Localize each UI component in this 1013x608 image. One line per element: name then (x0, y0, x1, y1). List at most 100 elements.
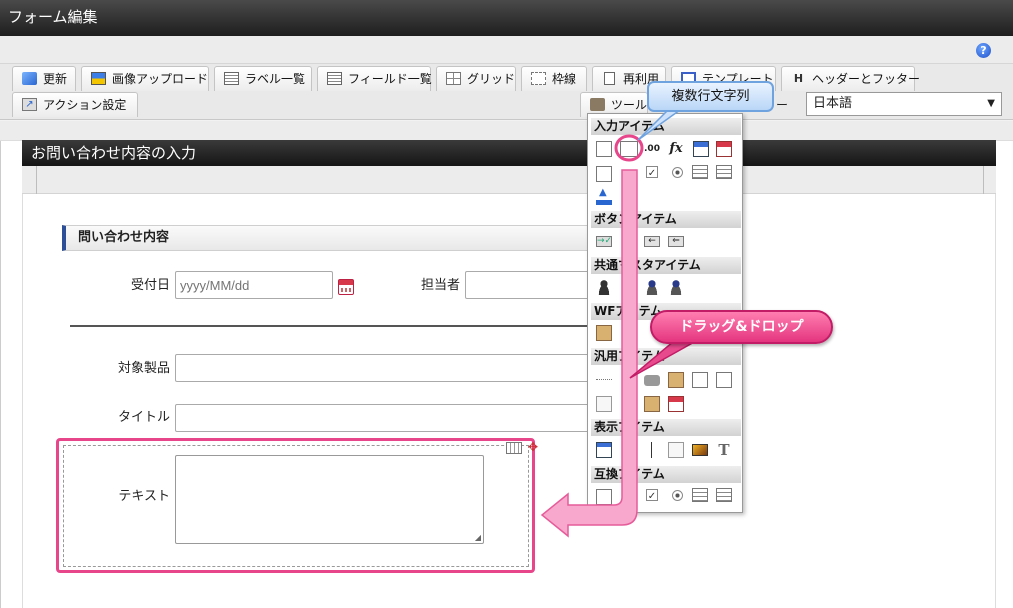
number-icon[interactable]: .00 (644, 141, 660, 157)
frame-button[interactable]: 枠線 (521, 66, 587, 91)
section-title: お問い合わせ内容の入力 (22, 140, 996, 166)
move-icon[interactable]: ✥ (528, 440, 538, 454)
field-list-label: フィールド一覧 (348, 72, 432, 86)
image-upload-button[interactable]: 画像アップロード (81, 66, 209, 91)
group-icon[interactable] (668, 279, 684, 295)
tooltip-callout: 複数行文字列 (647, 81, 774, 112)
formula-icon[interactable]: fx (668, 141, 684, 157)
clipboard-icon[interactable] (596, 325, 612, 341)
label-list-label: ラベル一覧 (245, 72, 306, 86)
resize-grip-icon[interactable]: ◢ (475, 533, 481, 542)
datetime-icon[interactable] (716, 141, 732, 157)
text-label: テキスト (118, 489, 170, 504)
checkbox-icon[interactable]: ✓ (646, 166, 658, 179)
date-icon[interactable] (693, 141, 709, 157)
compat-lookup-icon[interactable] (596, 489, 612, 505)
attachment-icon[interactable] (668, 372, 684, 388)
help-icon[interactable]: ? (976, 43, 991, 58)
file-upload-icon[interactable] (596, 187, 612, 205)
action-icon: ↗ (22, 98, 37, 111)
panel-icon[interactable] (596, 396, 612, 412)
header-footer-button[interactable]: H ヘッダーとフッター (781, 66, 920, 91)
separator-icon[interactable] (596, 379, 612, 380)
tools-label-suffix: ー (776, 98, 789, 112)
button-icon[interactable]: →✓ (596, 236, 612, 247)
calendar-icon[interactable] (338, 279, 354, 295)
chevron-down-icon: ▼ (987, 98, 995, 109)
header-icon: H (793, 72, 804, 85)
back-button-icon[interactable]: ← (644, 236, 660, 247)
product-label: 対象製品 (117, 361, 170, 376)
person-input[interactable] (465, 271, 589, 299)
list-icon (224, 72, 239, 85)
palette-section-input: 入力アイテム (591, 118, 741, 135)
download-doc-icon[interactable] (716, 372, 732, 388)
camera-icon[interactable] (644, 375, 660, 386)
help-row: ? (0, 36, 1013, 64)
column-divider (983, 166, 984, 194)
compat-listbox-icon[interactable] (692, 488, 708, 502)
receipt-date-label: 受付日 (130, 278, 170, 293)
field-list-button[interactable]: フィールド一覧 (317, 66, 432, 91)
column-divider (36, 166, 37, 194)
update-button[interactable]: 更新 (12, 66, 76, 91)
compat-select-icon[interactable] (716, 488, 732, 502)
listbox-icon[interactable] (692, 165, 708, 179)
title-label: タイトル (117, 410, 170, 425)
grid-icon (446, 72, 461, 85)
palette-section-master: 共通マスタアイテム (591, 257, 741, 274)
action-settings-button[interactable]: ↗ アクション設定 (12, 92, 138, 117)
vertical-line-icon[interactable] (651, 442, 652, 458)
multi-line-text-icon[interactable] (620, 141, 638, 157)
frame-icon (531, 72, 546, 85)
item-handle-icon[interactable] (506, 442, 522, 454)
receipt-date-input[interactable] (175, 271, 333, 299)
select-icon[interactable] (716, 165, 732, 179)
text-textarea[interactable]: ◢ (175, 455, 484, 544)
update-label: 更新 (43, 72, 68, 86)
window-title: フォーム編集 (0, 0, 1013, 36)
action-settings-label: アクション設定 (43, 98, 127, 112)
calendar-item-icon[interactable] (668, 396, 684, 412)
drag-drop-callout: ドラッグ&ドロップ (650, 310, 833, 344)
refresh-icon (22, 72, 37, 85)
palette-section-compat: 互換アイテム (591, 466, 741, 483)
compat-radio-icon[interactable] (672, 490, 683, 501)
section-subbar (22, 166, 996, 194)
document-icon (604, 72, 615, 85)
upload-doc-icon[interactable] (692, 372, 708, 388)
frame-label: 枠線 (552, 72, 577, 86)
language-value: 日本語 (813, 96, 853, 111)
tree-icon[interactable] (644, 396, 660, 412)
grid-button[interactable]: グリッド (436, 66, 516, 91)
label-list-button[interactable]: ラベル一覧 (214, 66, 312, 91)
header-footer-label: ヘッダーとフッター (812, 72, 921, 86)
language-select[interactable]: 日本語 ▼ (806, 92, 1002, 116)
person-label: 担当者 (420, 278, 460, 293)
palette-section-button: ボタンアイテム (591, 211, 741, 228)
image-icon (91, 72, 106, 85)
text-item-icon[interactable]: T (716, 442, 732, 458)
image-item-icon[interactable] (692, 444, 708, 456)
divider-line (70, 325, 590, 327)
palette-section-general: 汎用アイテム (591, 348, 741, 365)
label-item-icon[interactable] (596, 442, 612, 458)
box-icon[interactable] (668, 442, 684, 458)
grid-label: グリッド (467, 72, 516, 86)
organization-icon[interactable] (644, 279, 660, 295)
compat-checkbox-icon[interactable]: ✓ (646, 489, 658, 502)
palette-section-display: 表示アイテム (591, 419, 741, 436)
product-input[interactable] (175, 354, 589, 382)
lookup-icon[interactable] (596, 166, 612, 182)
tools-label: ツール (611, 98, 648, 112)
single-line-text-icon[interactable] (596, 141, 612, 157)
fieldset-title: 問い合わせ内容 (62, 225, 602, 251)
canvas-band (0, 121, 1013, 141)
return-button-icon[interactable]: ⇐ (668, 236, 684, 247)
toolbox-icon (590, 98, 605, 111)
image-upload-label: 画像アップロード (112, 72, 209, 86)
user-icon[interactable] (596, 279, 612, 295)
field-list-icon (327, 72, 342, 85)
title-input[interactable] (175, 404, 589, 432)
radio-icon[interactable] (672, 167, 683, 178)
